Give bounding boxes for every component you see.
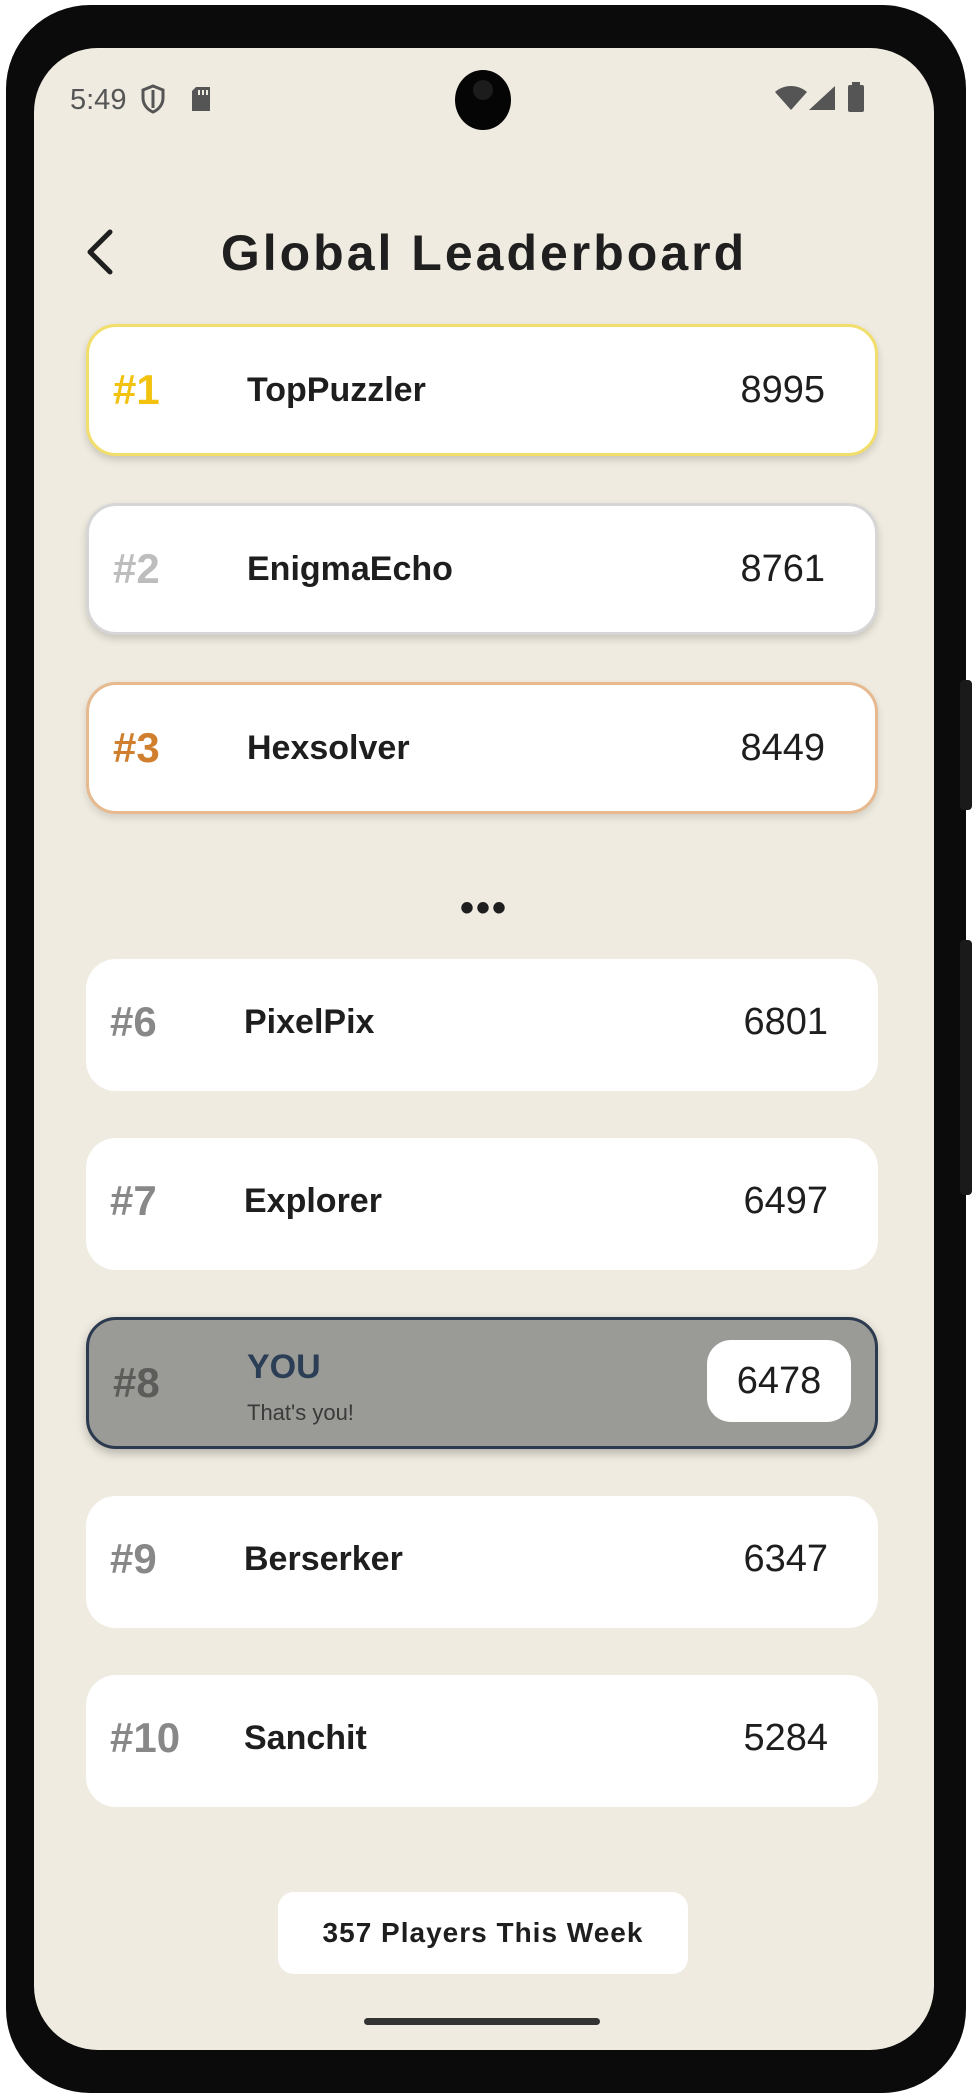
home-indicator[interactable] bbox=[364, 2018, 600, 2025]
player-score: 8449 bbox=[740, 727, 825, 769]
player-name: EnigmaEcho bbox=[247, 550, 453, 588]
player-name: Explorer bbox=[244, 1182, 382, 1220]
leaderboard-row-rank-7[interactable]: #7 Explorer 6497 bbox=[86, 1138, 878, 1270]
player-name: YOU bbox=[247, 1348, 321, 1386]
player-score: 8995 bbox=[740, 369, 825, 411]
player-score: 6801 bbox=[743, 1001, 828, 1043]
rank-label: #6 bbox=[110, 998, 157, 1045]
leaderboard-row-rank-10[interactable]: #10 Sanchit 5284 bbox=[86, 1675, 878, 1807]
back-button[interactable] bbox=[74, 222, 130, 282]
player-score: 8761 bbox=[740, 548, 825, 590]
cellular-signal-icon bbox=[807, 84, 837, 117]
battery-icon bbox=[847, 82, 865, 117]
leaderboard-row-rank-3[interactable]: #3 Hexsolver 8449 bbox=[86, 682, 878, 814]
weekly-players-count: 357 Players This Week bbox=[278, 1892, 688, 1974]
player-name: PixelPix bbox=[244, 1003, 375, 1041]
status-bar: 5:49 bbox=[34, 48, 934, 152]
player-score: 6497 bbox=[743, 1180, 828, 1222]
leaderboard-row-rank-1[interactable]: #1 TopPuzzler 8995 bbox=[86, 324, 878, 456]
player-score: 5284 bbox=[743, 1717, 828, 1759]
rank-label: #10 bbox=[110, 1714, 181, 1761]
power-button bbox=[960, 940, 972, 1195]
status-time: 5:49 bbox=[70, 84, 127, 116]
chevron-left-icon bbox=[87, 229, 113, 275]
rank-label: #7 bbox=[110, 1177, 157, 1224]
rank-label: #3 bbox=[113, 724, 160, 771]
rank-label: #8 bbox=[113, 1359, 160, 1406]
wifi-icon bbox=[774, 84, 808, 117]
player-name: Sanchit bbox=[244, 1719, 367, 1757]
player-name: Hexsolver bbox=[247, 729, 410, 767]
player-name: Berserker bbox=[244, 1540, 403, 1578]
rank-label: #1 bbox=[113, 366, 160, 413]
leaderboard-row-rank-9[interactable]: #9 Berserker 6347 bbox=[86, 1496, 878, 1628]
shield-icon bbox=[140, 84, 166, 119]
you-subtitle: That's you! bbox=[247, 1400, 354, 1425]
player-name: TopPuzzler bbox=[247, 371, 426, 409]
player-score: 6347 bbox=[743, 1538, 828, 1580]
app-header: Global Leaderboard bbox=[34, 198, 934, 308]
leaderboard-row-rank-2[interactable]: #2 EnigmaEcho 8761 bbox=[86, 503, 878, 635]
page-title: Global Leaderboard bbox=[220, 225, 748, 281]
app-screen: 5:49 Global Leaderboard #1 TopPuzzler 89… bbox=[34, 48, 934, 2050]
leaderboard-row-rank-6[interactable]: #6 PixelPix 6801 bbox=[86, 959, 878, 1091]
sd-card-icon bbox=[190, 86, 212, 117]
front-camera bbox=[455, 70, 511, 130]
player-score: 6478 bbox=[707, 1340, 851, 1422]
rank-label: #9 bbox=[110, 1535, 157, 1582]
volume-button bbox=[960, 680, 972, 810]
rank-label: #2 bbox=[113, 545, 160, 592]
ranking-gap-ellipsis: ••• bbox=[459, 886, 508, 930]
leaderboard-row-you[interactable]: #8 YOU That's you! 6478 bbox=[86, 1317, 878, 1449]
